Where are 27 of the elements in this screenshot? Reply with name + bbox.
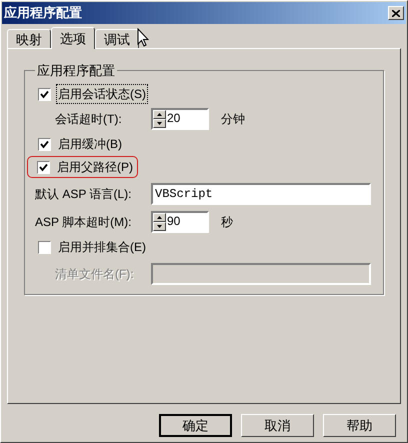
checkbox[interactable]: [38, 138, 51, 150]
close-button[interactable]: [388, 6, 404, 20]
dialog-button[interactable]: 确定: [159, 414, 232, 437]
window-title: 应用程序配置: [4, 4, 82, 22]
tab[interactable]: 选项: [51, 27, 95, 49]
field-label: 默认 ASP 语言(L):: [35, 186, 132, 202]
close-icon: [392, 10, 400, 16]
checkbox-label[interactable]: 启用并排集合(E): [57, 238, 147, 256]
tab[interactable]: 映射: [7, 29, 51, 48]
checkbox-label[interactable]: 启用会话状态(S): [57, 85, 147, 103]
unit-label: 秒: [221, 214, 233, 231]
spinner-field[interactable]: 20: [151, 108, 209, 130]
unit-label: 分钟: [221, 111, 245, 128]
checkbox[interactable]: [38, 240, 51, 254]
field-label: 会话超时(T):: [55, 111, 123, 128]
spinner-field[interactable]: 90: [151, 211, 209, 233]
checkbox-label[interactable]: 启用缓冲(B): [57, 135, 123, 153]
dialog-button[interactable]: 取消: [241, 414, 314, 437]
input-field[interactable]: VBScript: [151, 182, 371, 204]
field-label: 清单文件名(F):: [55, 266, 135, 282]
field-label: ASP 脚本超时(M):: [35, 214, 132, 231]
checkbox[interactable]: [38, 88, 51, 100]
dialog-button[interactable]: 帮助: [323, 414, 396, 437]
group-title: 应用程序配置: [36, 62, 116, 80]
tab[interactable]: 调试: [95, 29, 139, 48]
checkbox-label[interactable]: 启用父路径(P): [56, 158, 134, 176]
checkbox[interactable]: [37, 160, 50, 174]
